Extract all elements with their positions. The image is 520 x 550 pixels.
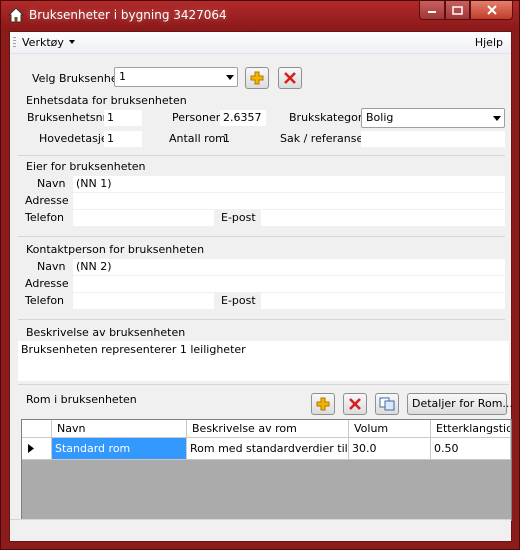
- chevron-down-icon: [68, 40, 75, 44]
- persons-label: Personer: [172, 111, 221, 124]
- client-area: Verktøy Hjelp Velg Bruksenhet 1 Enhetsda…: [9, 31, 513, 542]
- chevron-down-icon: [226, 75, 234, 80]
- add-icon: [250, 71, 264, 85]
- delete-icon: [349, 398, 361, 410]
- contact-email-field[interactable]: [261, 293, 505, 309]
- minimize-icon: [428, 11, 436, 13]
- owner-group-title: Eier for bruksenheten: [26, 160, 146, 173]
- rooms-count-label: Antall rom: [169, 132, 226, 145]
- chevron-down-icon: [493, 116, 501, 121]
- contact-group-title: Kontaktperson for bruksenheten: [26, 243, 205, 256]
- select-unit-label: Velg Bruksenhet: [32, 72, 122, 85]
- menu-tools-label: Verktøy: [22, 36, 64, 49]
- room-details-button[interactable]: Detaljer for Rom...: [407, 393, 513, 415]
- persons-field[interactable]: 2.6357: [220, 110, 266, 126]
- column-header[interactable]: Beskrivelse av rom: [187, 420, 349, 438]
- contact-phone-field[interactable]: [73, 293, 214, 309]
- close-icon: [486, 5, 497, 15]
- close-button[interactable]: [470, 1, 513, 20]
- contact-address-field[interactable]: [73, 276, 505, 292]
- case-label: Sak / referanse: [280, 132, 364, 145]
- table-cell[interactable]: Rom med standardverdier tilsv...: [187, 438, 349, 460]
- table-cell[interactable]: Standard rom: [52, 438, 187, 460]
- category-select[interactable]: Bolig: [361, 108, 505, 128]
- contact-email-label: E-post: [221, 294, 256, 307]
- menu-tools[interactable]: Verktøy: [22, 36, 75, 49]
- table-corner: [22, 420, 52, 438]
- category-select-value: Bolig: [366, 111, 394, 124]
- column-header[interactable]: Etterklangstid: [431, 420, 511, 438]
- case-field[interactable]: [361, 131, 505, 147]
- unit-no-field[interactable]: 1: [104, 110, 142, 126]
- app-window: Bruksenheter i bygning 3427064 Verktøy H…: [0, 0, 520, 550]
- menu-help[interactable]: Hjelp: [475, 36, 503, 49]
- rooms-count-value: 1: [223, 132, 230, 145]
- unit-no-label: Bruksenhetsnr.: [27, 111, 110, 124]
- unit-select-value: 1: [119, 70, 126, 83]
- owner-address-field[interactable]: [73, 193, 505, 209]
- minimize-button[interactable]: [419, 1, 445, 20]
- contact-name-label: Navn: [37, 260, 66, 273]
- rooms-table: Navn Beskrivelse av rom Volum Etterklang…: [21, 419, 512, 521]
- owner-phone-field[interactable]: [73, 210, 214, 226]
- divider: [18, 384, 509, 385]
- divider: [18, 155, 505, 156]
- owner-email-field[interactable]: [261, 210, 505, 226]
- status-bar: [10, 519, 511, 541]
- table-cell[interactable]: 30.0: [349, 438, 431, 460]
- floor-label: Hovedetasje: [39, 132, 108, 145]
- owner-phone-label: Telefon: [25, 211, 65, 224]
- owner-email-label: E-post: [221, 211, 256, 224]
- divider: [18, 236, 505, 237]
- contact-name-field[interactable]: (NN 2): [73, 259, 505, 275]
- description-group-title: Beskrivelse av bruksenheten: [26, 326, 186, 339]
- window-title: Bruksenheter i bygning 3427064: [29, 8, 227, 22]
- divider: [18, 319, 505, 320]
- row-header[interactable]: [22, 438, 52, 460]
- rooms-group-title: Rom i bruksenheten: [26, 393, 137, 406]
- delete-unit-button[interactable]: [278, 67, 302, 89]
- delete-icon: [284, 72, 296, 84]
- contact-phone-label: Telefon: [25, 294, 65, 307]
- unit-select[interactable]: 1: [114, 67, 238, 87]
- copy-icon: [379, 397, 395, 411]
- column-header[interactable]: Volum: [349, 420, 431, 438]
- add-unit-button[interactable]: [245, 67, 269, 89]
- menu-bar: Verktøy Hjelp: [10, 32, 511, 54]
- owner-name-field[interactable]: (NN 1): [73, 176, 505, 192]
- add-room-button[interactable]: [311, 393, 335, 415]
- description-textarea[interactable]: Bruksenheten representerer 1 leiligheter: [18, 341, 509, 381]
- home-icon: [8, 7, 24, 23]
- category-label: Brukskategori: [289, 111, 366, 124]
- owner-address-label: Adresse: [25, 194, 69, 207]
- maximize-icon: [452, 5, 463, 15]
- owner-name-label: Navn: [37, 177, 66, 190]
- contact-address-label: Adresse: [25, 277, 69, 290]
- add-icon: [316, 397, 330, 411]
- maximize-button[interactable]: [445, 1, 470, 20]
- current-row-icon: [28, 444, 34, 453]
- toolbar-grip[interactable]: [13, 37, 16, 49]
- floor-field[interactable]: 1: [104, 131, 142, 147]
- copy-room-button[interactable]: [375, 393, 399, 415]
- title-bar[interactable]: Bruksenheter i bygning 3427064: [1, 1, 519, 31]
- column-header[interactable]: Navn: [52, 420, 187, 438]
- delete-room-button[interactable]: [343, 393, 367, 415]
- unit-data-group-title: Enhetsdata for bruksenheten: [26, 94, 187, 107]
- table-cell[interactable]: 0.50: [431, 438, 511, 460]
